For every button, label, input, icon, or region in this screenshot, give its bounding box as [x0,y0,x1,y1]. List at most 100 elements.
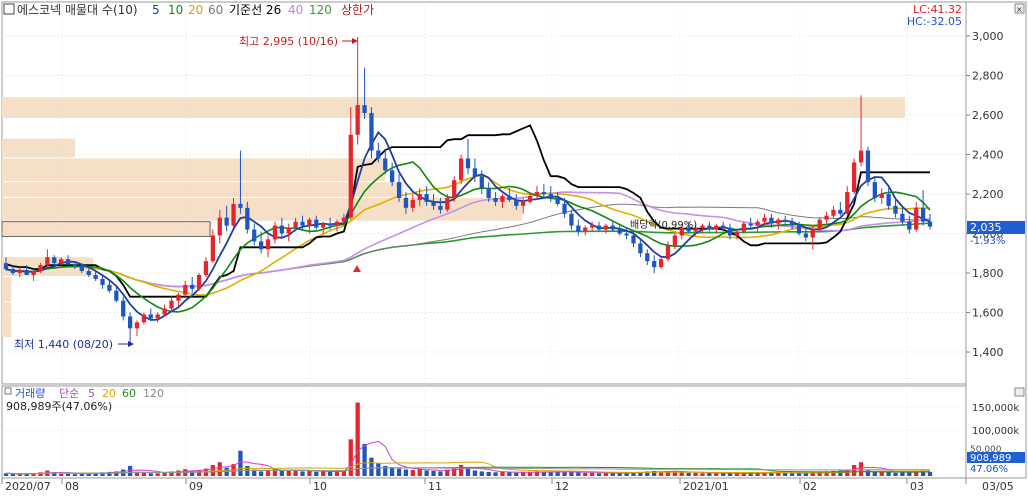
legend-upper-limit: 상한가 [341,3,374,17]
candle-body [45,257,50,266]
volume-bar [362,443,367,476]
volume-bar [245,465,250,476]
candle-body [631,235,636,244]
candle-body [548,194,553,198]
candle-body [65,259,71,265]
candle-body [624,233,629,236]
candle-body [824,215,829,220]
candle-body [838,209,843,214]
candle-body [438,205,443,210]
volume-pct: 47.06% [970,464,1008,475]
price-tick-label: 3,000 [972,30,1004,43]
candle-body [121,300,126,317]
candle-body [555,197,560,204]
candle-body [734,231,740,236]
candle-body [72,264,78,267]
volume-bar [217,462,222,476]
candle-body [390,170,395,183]
candle-body [86,271,91,275]
candle-body [920,207,926,222]
candle-body [224,217,229,226]
volume-bar [321,471,326,476]
volume-bar [403,469,409,476]
candle-body [424,194,429,202]
candle-body [507,195,512,200]
volume-bar [176,470,181,476]
volume-bar [472,470,478,476]
candle-body [369,113,374,151]
volume-profile-band [2,302,12,338]
legend-ma-5: 5 [152,3,160,17]
volume-legend-title: 거래량 [15,387,45,400]
volume-bar [755,473,760,476]
candle-body [521,201,526,206]
legend-title: 에스코넥 매물대 수(10) [17,3,138,17]
candle-body [617,229,622,234]
hc-value: HC:-32.05 [907,15,962,28]
volume-bar [307,470,312,476]
candle-body [100,278,105,285]
volume-bar [479,471,484,476]
volume-close-button[interactable] [1014,387,1025,397]
date-tick-label: 2021/01 [683,480,729,493]
candle-body [817,219,822,230]
candle-body [638,243,643,254]
candle-body [258,241,264,250]
legend-ma-120: 120 [309,3,332,17]
volume-bar [548,472,553,476]
volume-bar [334,471,340,476]
candle-body [534,192,540,196]
volume-bar [300,471,305,476]
current-price-value: 2,035 [970,221,1002,234]
candle-body [127,316,133,329]
candle-body [355,105,360,135]
volume-bar [141,472,147,476]
candle-body [645,253,650,262]
volume-bar [858,462,864,476]
candle-body [562,203,567,214]
candle-body [852,162,857,193]
candle-body [748,223,753,226]
current-price-change: -1.93% [970,236,1005,247]
volume-bar [734,473,740,476]
date-tick-label: 10 [313,480,327,493]
volume-bar [72,474,78,476]
candle-body [245,207,250,230]
date-tick-label: 12 [555,480,569,493]
candle-body [479,176,484,189]
candle-body [858,150,864,163]
price-tick-label: 2,800 [972,70,1004,83]
volume-bar [458,464,464,476]
candle-body [348,134,353,218]
volume-bar [555,472,560,476]
candle-body [707,225,712,230]
candle-body [107,284,112,291]
candle-body [845,192,850,214]
candle-body [210,235,216,262]
volume-bar [238,450,243,476]
candle-body [38,265,43,272]
candle-body [203,261,209,275]
date-tick-label: 03 [910,480,924,493]
candle-body [10,269,16,273]
volume-legend-type: 단순 [59,387,79,400]
volume-bar [314,471,319,476]
candle-body [458,158,464,181]
candle-body [162,308,167,315]
candle-body [196,274,202,289]
candle-body [893,205,898,214]
volume-tick-label: 150,000k [972,403,1019,414]
candle-body [500,195,505,202]
volume-bar [486,471,491,476]
volume-bar [617,473,622,476]
candle-body [445,197,450,210]
volume-bar [286,470,291,476]
candle-body [610,225,615,230]
candle-body [176,294,181,301]
candle-body [148,314,153,319]
candle-body [141,314,147,323]
ex-dividend-annotation: 배당락(0.99%) [630,219,697,231]
volume-bar [693,472,698,476]
candle-body [789,221,795,226]
candle-body [252,229,257,242]
